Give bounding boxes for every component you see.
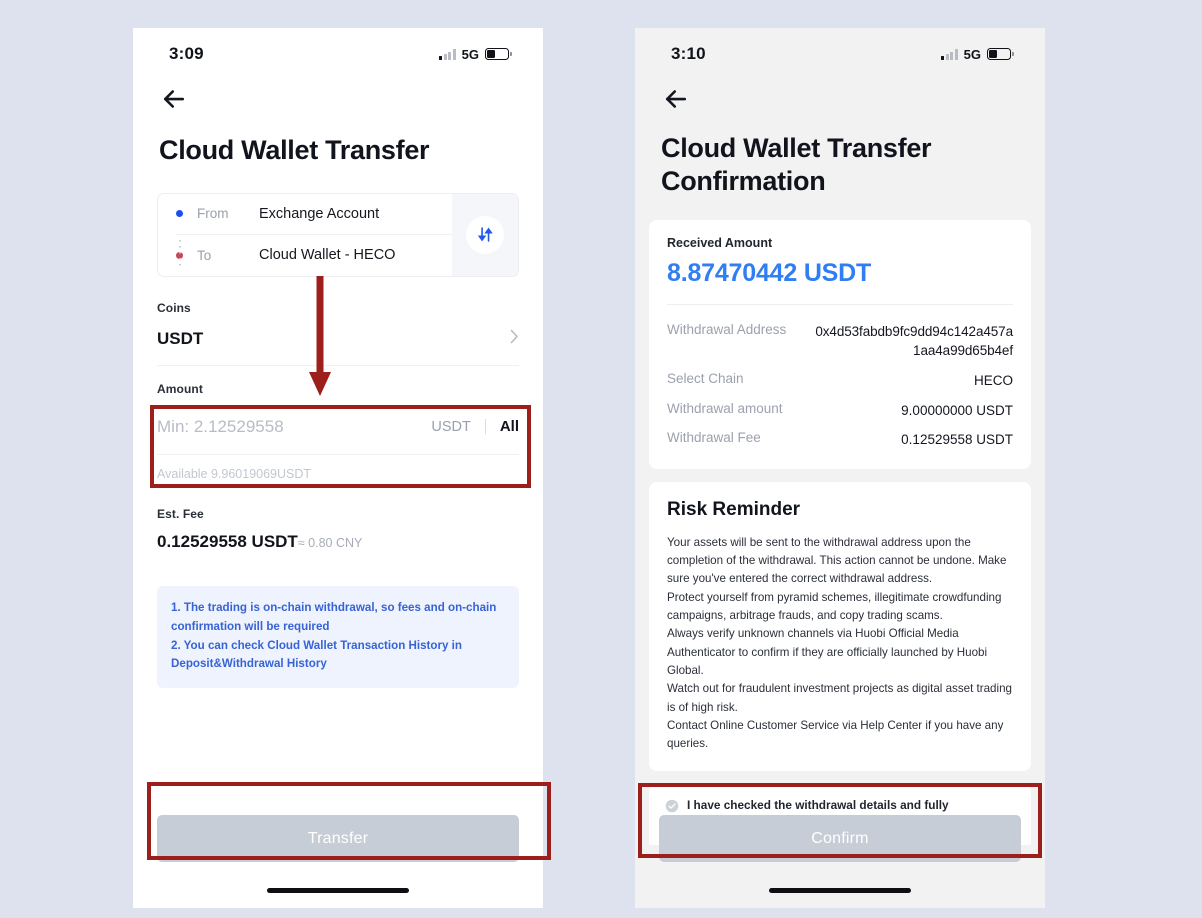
route-row-from[interactable]: From Exchange Account	[176, 194, 452, 235]
status-indicators: 5G	[941, 46, 1014, 62]
transfer-button[interactable]: Transfer	[157, 815, 519, 862]
detail-key: Withdrawal amount	[667, 400, 783, 416]
page-title: Cloud Wallet Transfer Confirmation	[661, 133, 932, 196]
from-dot-icon	[176, 210, 183, 218]
from-label: From	[197, 206, 229, 222]
network-type-label: 5G	[461, 46, 479, 62]
est-fee-label: Est. Fee	[157, 506, 204, 521]
from-value: Exchange Account	[259, 205, 380, 222]
check-circle-icon[interactable]	[665, 799, 679, 813]
amount-label: Amount	[157, 381, 203, 396]
status-bar: 3:10 5G	[635, 28, 1045, 80]
signal-bars-icon	[941, 48, 958, 60]
confirm-button[interactable]: Confirm	[659, 815, 1021, 862]
detail-value: 9.00000000 USDT	[901, 402, 1013, 418]
est-fee-fiat: ≈ 0.80 CNY	[297, 535, 363, 550]
coins-section: Coins USDT	[157, 277, 519, 366]
to-label: To	[197, 247, 212, 263]
risk-reminder-title: Risk Reminder	[667, 498, 801, 520]
detail-value: 0.12529558 USDT	[901, 432, 1013, 448]
route-row-to[interactable]: To Cloud Wallet - HECO	[176, 235, 452, 276]
route-rows: From Exchange Account To Cloud Wallet - …	[158, 194, 452, 276]
amount-section: Amount Min: 2.12529558 USDT All Availabl…	[157, 366, 519, 481]
home-indicator	[769, 888, 911, 893]
available-balance: Available 9.96019069USDT	[157, 466, 312, 481]
transfer-route-card: From Exchange Account To Cloud Wallet - …	[157, 192, 519, 277]
amount-controls: USDT All	[431, 418, 519, 435]
status-indicators: 5G	[439, 46, 512, 62]
swap-button-circle	[466, 215, 504, 254]
detail-row: Withdrawal Fee 0.12529558 USDT	[667, 425, 1013, 455]
status-time: 3:09	[169, 44, 204, 63]
network-type-label: 5G	[963, 46, 981, 62]
received-amount-value: 8.87470442 USDT	[667, 258, 872, 287]
swap-vertical-icon	[477, 227, 493, 243]
detail-row: Withdrawal Address 0x4d53fabdb9fc9dd94c1…	[667, 317, 1013, 366]
detail-value: 0x4d53fabdb9fc9dd94c142a457a1aa4a99d65b4…	[815, 323, 1013, 359]
nav-back-bar	[133, 80, 543, 124]
detail-value: HECO	[973, 373, 1013, 388]
swap-direction-button[interactable]	[452, 193, 518, 276]
confirm-action-zone: Confirm	[635, 815, 1045, 862]
detail-row: Select Chain HECO	[667, 366, 1013, 396]
back-arrow-icon[interactable]	[661, 84, 691, 114]
amount-all-button[interactable]: All	[500, 418, 519, 435]
risk-reminder-card: Risk Reminder Your assets will be sent t…	[649, 481, 1031, 772]
detail-key: Withdrawal Address	[667, 321, 787, 337]
chevron-right-icon	[510, 329, 519, 349]
card-divider	[667, 303, 1013, 305]
transfer-action-zone: Transfer	[133, 815, 543, 862]
status-bar: 3:09 5G	[133, 28, 543, 80]
amount-input-row[interactable]: Min: 2.12529558 USDT All	[157, 396, 519, 455]
to-value: Cloud Wallet - HECO	[259, 247, 396, 264]
coins-selector[interactable]: USDT	[157, 315, 519, 366]
est-fee-values: 0.12529558 USDT≈ 0.80 CNY	[157, 521, 519, 552]
battery-icon	[987, 48, 1014, 60]
amount-unit-label: USDT	[431, 418, 471, 435]
detail-row: Withdrawal amount 9.00000000 USDT	[667, 396, 1013, 426]
home-indicator	[267, 888, 409, 893]
page-title: Cloud Wallet Transfer	[159, 135, 430, 165]
received-amount-card: Received Amount 8.87470442 USDT Withdraw…	[649, 219, 1031, 469]
risk-reminder-body: Your assets will be sent to the withdraw…	[667, 535, 1012, 751]
coins-label: Coins	[157, 300, 191, 315]
phone-left-transfer-screen: 3:09 5G Cloud Wallet Transfer From Excha…	[133, 28, 543, 908]
est-fee-value: 0.12529558 USDT	[157, 531, 298, 551]
route-connector	[179, 239, 181, 266]
phone-right-confirmation-screen: 3:10 5G Cloud Wallet Transfer Confirmati…	[635, 28, 1045, 908]
received-amount-label: Received Amount	[667, 235, 773, 250]
amount-input[interactable]: Min: 2.12529558	[157, 417, 284, 437]
detail-key: Select Chain	[667, 371, 744, 386]
transfer-note: 1. The trading is on-chain withdrawal, s…	[157, 585, 519, 689]
back-arrow-icon[interactable]	[159, 84, 189, 114]
detail-key: Withdrawal Fee	[667, 430, 761, 446]
nav-back-bar	[635, 80, 1045, 124]
signal-bars-icon	[439, 48, 456, 60]
transfer-form: From Exchange Account To Cloud Wallet - …	[133, 192, 543, 689]
status-time: 3:10	[671, 44, 706, 63]
screenshot-stage: 3:09 5G Cloud Wallet Transfer From Excha…	[0, 0, 1202, 918]
coins-value: USDT	[157, 328, 204, 348]
battery-icon	[485, 48, 512, 60]
est-fee-section: Est. Fee 0.12529558 USDT≈ 0.80 CNY	[157, 481, 519, 552]
amount-divider	[484, 419, 486, 435]
